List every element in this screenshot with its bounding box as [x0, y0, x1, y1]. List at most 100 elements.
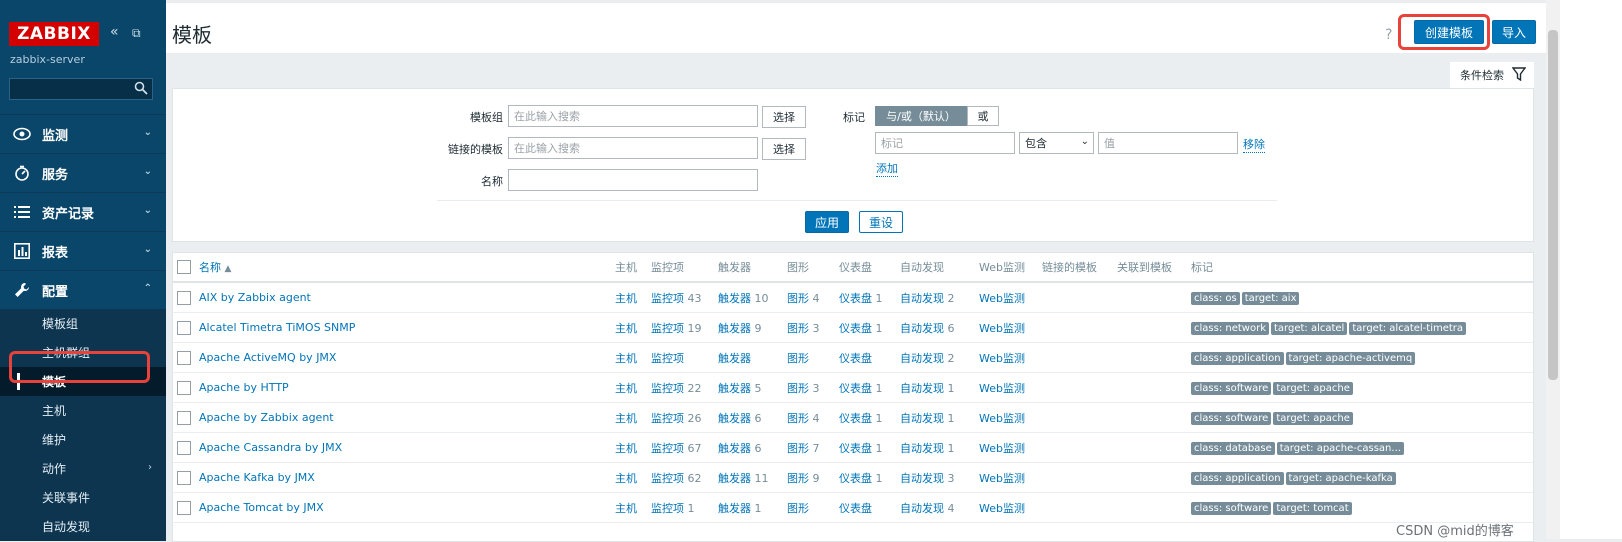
items-link[interactable]: 监控项: [651, 342, 718, 373]
zabbix-logo[interactable]: ZABBIX: [9, 22, 99, 46]
items-link[interactable]: 监控项 62: [651, 462, 718, 493]
graphs-link[interactable]: 图形 3: [787, 312, 839, 343]
web-link[interactable]: Web监测: [979, 342, 1042, 373]
items-link[interactable]: 监控项 26: [651, 402, 718, 433]
tag-badge[interactable]: target: apache: [1273, 381, 1353, 395]
hosts-link[interactable]: 主机: [615, 432, 651, 463]
filter-tab[interactable]: 条件检索: [1450, 62, 1534, 88]
discovery-link[interactable]: 自动发现 2: [900, 282, 979, 313]
dashboards-link[interactable]: 仪表盘 1: [839, 312, 900, 343]
triggers-link[interactable]: 触发器 5: [718, 372, 787, 403]
hosts-link[interactable]: 主机: [615, 372, 651, 403]
discovery-link[interactable]: 自动发现 4: [900, 492, 979, 523]
sidebar-item-maintenance[interactable]: 维护: [0, 425, 166, 454]
discovery-link[interactable]: 自动发现 6: [900, 312, 979, 343]
tag-badge[interactable]: class: application: [1191, 351, 1284, 365]
tag-badge[interactable]: class: network: [1191, 321, 1269, 335]
graphs-link[interactable]: 图形 4: [787, 282, 839, 313]
web-link[interactable]: Web监测: [979, 312, 1042, 343]
tag-badge[interactable]: target: apache-cassan...: [1276, 441, 1404, 455]
template-name-link[interactable]: Apache Kafka by JMX: [199, 462, 615, 493]
discovery-link[interactable]: 自动发现 1: [900, 402, 979, 433]
tag-badge[interactable]: target: apache-kafka: [1285, 471, 1396, 485]
kiosk-mode-icon[interactable]: ⧉: [132, 26, 141, 41]
sidebar-item-discovery[interactable]: 自动发现: [0, 512, 166, 541]
hosts-link[interactable]: 主机: [615, 492, 651, 523]
row-checkbox[interactable]: [177, 290, 191, 305]
row-checkbox[interactable]: [177, 470, 191, 485]
dashboards-link[interactable]: 仪表盘 1: [839, 432, 900, 463]
template-name-link[interactable]: Apache by HTTP: [199, 372, 615, 403]
web-link[interactable]: Web监测: [979, 492, 1042, 523]
tag-badge[interactable]: class: database: [1191, 441, 1275, 455]
graphs-link[interactable]: 图形 4: [787, 402, 839, 433]
dashboards-link[interactable]: 仪表盘 1: [839, 462, 900, 493]
template-name-link[interactable]: Apache Cassandra by JMX: [199, 432, 615, 463]
collapse-sidebar-icon[interactable]: «: [110, 24, 119, 40]
web-link[interactable]: Web监测: [979, 432, 1042, 463]
select-all-checkbox[interactable]: [177, 260, 191, 274]
row-checkbox[interactable]: [177, 440, 191, 455]
triggers-link[interactable]: 触发器 10: [718, 282, 787, 313]
triggers-link[interactable]: 触发器 6: [718, 432, 787, 463]
row-checkbox[interactable]: [177, 380, 191, 395]
tag-badge[interactable]: class: software: [1191, 411, 1272, 425]
sidebar-item-hosts[interactable]: 主机: [0, 396, 166, 425]
template-group-input[interactable]: 在此输入搜索: [508, 105, 758, 127]
hosts-link[interactable]: 主机: [615, 342, 651, 373]
discovery-link[interactable]: 自动发现 1: [900, 432, 979, 463]
scrollbar-thumb[interactable]: [1548, 30, 1558, 380]
items-link[interactable]: 监控项 1: [651, 492, 718, 523]
tag-badge[interactable]: class: os: [1191, 291, 1240, 305]
template-name-link[interactable]: Apache ActiveMQ by JMX: [199, 342, 615, 373]
name-input[interactable]: [508, 169, 758, 191]
select-template-group-button[interactable]: 选择: [762, 106, 806, 128]
web-link[interactable]: Web监测: [979, 372, 1042, 403]
linked-template-input[interactable]: 在此输入搜索: [508, 137, 758, 159]
select-linked-template-button[interactable]: 选择: [762, 138, 806, 160]
template-name-link[interactable]: Apache by Zabbix agent: [199, 402, 615, 433]
graphs-link[interactable]: 图形 7: [787, 432, 839, 463]
items-link[interactable]: 监控项 43: [651, 282, 718, 313]
graphs-link[interactable]: 图形: [787, 342, 839, 373]
web-link[interactable]: Web监测: [979, 282, 1042, 313]
discovery-link[interactable]: 自动发现 1: [900, 372, 979, 403]
reset-button[interactable]: 重设: [859, 211, 903, 233]
col-name[interactable]: 名称 ▲: [199, 253, 615, 283]
menu-configuration[interactable]: 配置 ⌃: [0, 270, 166, 309]
row-checkbox[interactable]: [177, 320, 191, 335]
triggers-link[interactable]: 触发器 6: [718, 402, 787, 433]
apply-button[interactable]: 应用: [805, 211, 849, 233]
template-name-link[interactable]: Alcatel Timetra TiMOS SNMP: [199, 312, 615, 343]
menu-monitoring[interactable]: 监测 ⌄: [0, 114, 166, 153]
web-link[interactable]: Web监测: [979, 462, 1042, 493]
items-link[interactable]: 监控项 19: [651, 312, 718, 343]
dashboards-link[interactable]: 仪表盘 1: [839, 372, 900, 403]
template-name-link[interactable]: Apache Tomcat by JMX: [199, 492, 615, 523]
hosts-link[interactable]: 主机: [615, 462, 651, 493]
or-toggle[interactable]: 或: [967, 106, 999, 126]
dashboards-link[interactable]: 仪表盘 1: [839, 282, 900, 313]
tag-input[interactable]: 标记: [875, 132, 1015, 154]
sidebar-item-event-correlation[interactable]: 关联事件: [0, 483, 166, 512]
row-checkbox[interactable]: [177, 410, 191, 425]
triggers-link[interactable]: 触发器 9: [718, 312, 787, 343]
tag-badge[interactable]: class: software: [1191, 381, 1272, 395]
triggers-link[interactable]: 触发器: [718, 342, 787, 373]
sidebar-item-actions[interactable]: 动作 ›: [0, 454, 166, 483]
help-icon[interactable]: ?: [1385, 27, 1392, 43]
discovery-link[interactable]: 自动发现 2: [900, 342, 979, 373]
dashboards-link[interactable]: 仪表盘 1: [839, 402, 900, 433]
discovery-link[interactable]: 自动发现 3: [900, 462, 979, 493]
triggers-link[interactable]: 触发器 1: [718, 492, 787, 523]
sidebar-search-input[interactable]: [9, 78, 153, 100]
remove-tag-link[interactable]: 移除: [1243, 136, 1265, 153]
add-tag-link[interactable]: 添加: [876, 160, 898, 177]
tag-badge[interactable]: class: software: [1191, 501, 1272, 515]
tag-badge[interactable]: target: alcatel: [1270, 321, 1348, 335]
items-link[interactable]: 监控项 67: [651, 432, 718, 463]
tag-badge[interactable]: target: tomcat: [1273, 501, 1352, 515]
tag-badge[interactable]: target: alcatel-timetra: [1349, 321, 1467, 335]
tag-badge[interactable]: class: application: [1191, 471, 1284, 485]
value-input[interactable]: 值: [1098, 132, 1238, 154]
